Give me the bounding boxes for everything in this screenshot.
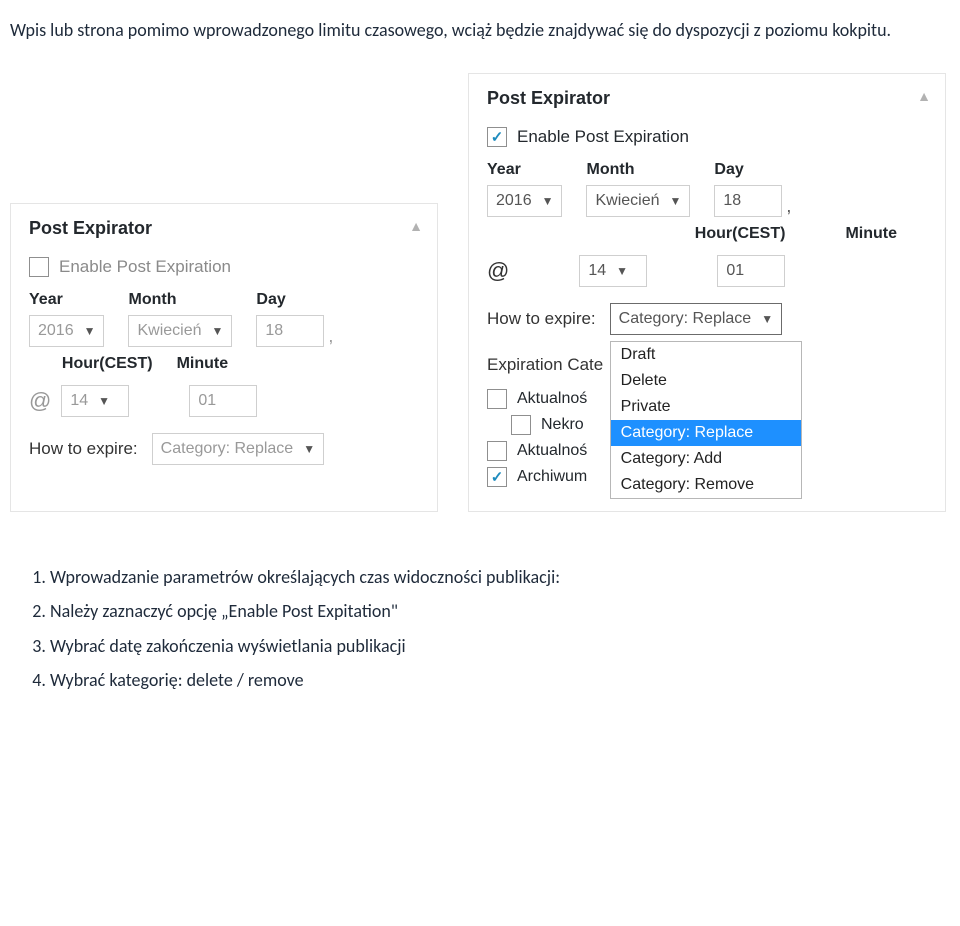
- chevron-down-icon: ▼: [84, 324, 96, 338]
- intro-text: Wpis lub strona pomimo wprowadzonego lim…: [10, 18, 950, 43]
- dropdown-option[interactable]: Category: Add: [611, 446, 801, 472]
- how-to-expire-label: How to expire:: [29, 439, 138, 459]
- category-label: Archiwum: [517, 468, 587, 486]
- category-checkbox[interactable]: [487, 441, 507, 461]
- day-input[interactable]: 18: [256, 315, 324, 347]
- how-to-expire-dropdown: Draft Delete Private Category: Replace C…: [610, 341, 802, 499]
- month-select[interactable]: Kwiecień▼: [586, 185, 690, 217]
- at-symbol: @: [29, 388, 51, 414]
- hour-select[interactable]: 14▼: [579, 255, 647, 287]
- comma: ,: [786, 196, 791, 217]
- dropdown-option-selected[interactable]: Category: Replace: [611, 420, 801, 446]
- panel-title: Post Expirator: [29, 218, 419, 239]
- dropdown-option[interactable]: Draft: [611, 342, 801, 368]
- step-item: Należy zaznaczyć opcję „Enable Post Expi…: [50, 594, 950, 628]
- category-checkbox[interactable]: [487, 467, 507, 487]
- post-expirator-panel-disabled: ▲ Post Expirator Enable Post Expiration …: [10, 203, 438, 512]
- year-select[interactable]: 2016▼: [487, 185, 562, 217]
- chevron-down-icon: ▼: [761, 312, 773, 326]
- dropdown-option[interactable]: Private: [611, 394, 801, 420]
- year-label: Year: [487, 161, 562, 179]
- month-label: Month: [586, 161, 690, 179]
- hour-label: Hour(CEST): [695, 225, 786, 243]
- month-label: Month: [128, 291, 232, 309]
- category-checkbox[interactable]: [511, 415, 531, 435]
- step-item: Wybrać kategorię: delete / remove: [50, 663, 950, 697]
- how-to-expire-label: How to expire:: [487, 309, 596, 329]
- chevron-down-icon: ▼: [542, 194, 554, 208]
- year-select[interactable]: 2016▼: [29, 315, 104, 347]
- dropdown-option[interactable]: Category: Remove: [611, 472, 801, 498]
- category-label: Aktualnoś: [517, 442, 587, 460]
- panel-title: Post Expirator: [487, 88, 927, 109]
- collapse-icon[interactable]: ▲: [409, 218, 423, 234]
- enable-expiration-label: Enable Post Expiration: [59, 257, 231, 277]
- how-to-expire-select[interactable]: Category: Replace▼: [610, 303, 782, 335]
- chevron-down-icon: ▼: [212, 324, 224, 338]
- chevron-down-icon: ▼: [98, 394, 110, 408]
- chevron-down-icon: ▼: [670, 194, 682, 208]
- enable-expiration-checkbox[interactable]: [29, 257, 49, 277]
- post-expirator-panel-enabled: ▲ Post Expirator Enable Post Expiration …: [468, 73, 946, 512]
- hour-select[interactable]: 14▼: [61, 385, 129, 417]
- year-label: Year: [29, 291, 104, 309]
- day-label: Day: [256, 291, 333, 309]
- category-checkbox[interactable]: [487, 389, 507, 409]
- step-item: Wybrać datę zakończenia wyświetlania pub…: [50, 629, 950, 663]
- minute-input[interactable]: 01: [189, 385, 257, 417]
- step-item: Wprowadzanie parametrów określających cz…: [50, 560, 950, 594]
- enable-expiration-checkbox[interactable]: [487, 127, 507, 147]
- enable-expiration-label: Enable Post Expiration: [517, 127, 689, 147]
- collapse-icon[interactable]: ▲: [917, 88, 931, 104]
- minute-label: Minute: [845, 225, 897, 243]
- comma: ,: [328, 326, 333, 347]
- instruction-steps: Wprowadzanie parametrów określających cz…: [10, 560, 950, 697]
- hour-label: Hour(CEST): [62, 355, 153, 373]
- day-label: Day: [714, 161, 791, 179]
- minute-label: Minute: [177, 355, 229, 373]
- chevron-down-icon: ▼: [616, 264, 628, 278]
- day-input[interactable]: 18: [714, 185, 782, 217]
- chevron-down-icon: ▼: [303, 442, 315, 456]
- category-label: Nekro: [541, 416, 584, 434]
- at-symbol: @: [487, 258, 509, 284]
- month-select[interactable]: Kwiecień▼: [128, 315, 232, 347]
- minute-input[interactable]: 01: [717, 255, 785, 287]
- expiration-category-label: Expiration Cate: [487, 355, 603, 375]
- how-to-expire-select[interactable]: Category: Replace▼: [152, 433, 324, 465]
- category-label: Aktualnoś: [517, 390, 587, 408]
- dropdown-option[interactable]: Delete: [611, 368, 801, 394]
